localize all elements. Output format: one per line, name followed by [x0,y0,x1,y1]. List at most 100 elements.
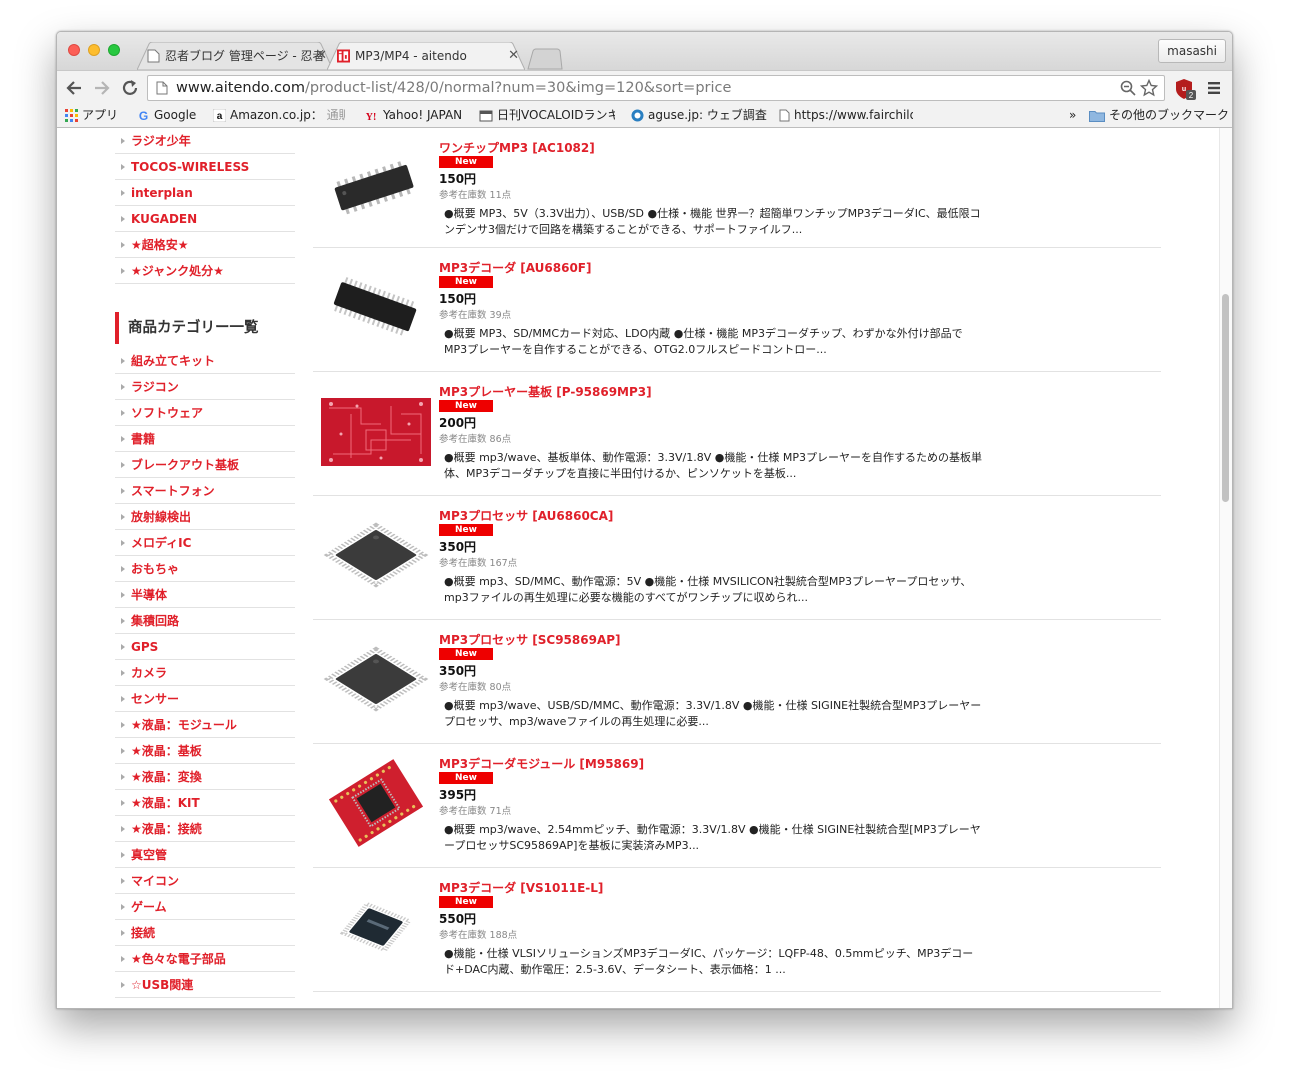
toolbar: www.aitendo.com/product-list/428/0/norma… [57,70,1232,104]
sidebar-item-smartphone[interactable]: スマートフォン [115,478,295,504]
new-badge: New [439,400,493,412]
product-item: MP3デコーダ [AU6860F] New 150円 参考在庫数 39点 ●概要… [313,248,1161,372]
bookmark-other[interactable]: その他のブックマーク [1089,104,1229,126]
sidebar-item-microcontroller[interactable]: マイコン [115,868,295,894]
product-price: 150円 [439,172,477,186]
sidebar-item-toys[interactable]: おもちゃ [115,556,295,582]
product-image-lqfp-chip[interactable] [321,880,431,974]
sidebar-item-lcd-converter[interactable]: ★液晶：変換 [115,764,295,790]
sidebar-item-software[interactable]: ソフトウェア [115,400,295,426]
sidebar-item-books[interactable]: 書籍 [115,426,295,452]
vertical-scrollbar[interactable] [1219,128,1232,1008]
sidebar-item-vacuum-tube[interactable]: 真空管 [115,842,295,868]
product-image-qfp-chip[interactable] [321,632,431,726]
sidebar-item-electronic-parts[interactable]: ★色々な電子部品 [115,946,295,972]
sidebar-item-junk[interactable]: ★ジャンク処分★ [115,258,295,284]
product-list: ワンチップMP3 [AC1082] New 150円 参考在庫数 11点 ●概要… [313,128,1161,992]
product-stock: 参考在庫数 11点 [439,190,512,201]
product-description: ●機能・仕様 VLSIソリューションズMP3デコーダIC、パッケージ：LQFP-… [444,947,974,976]
sidebar-item-radio-shonen[interactable]: ラジオ少年 [115,128,295,154]
sidebar-item-kugaden[interactable]: KUGADEN [115,206,295,232]
product-stock: 参考在庫数 80点 [439,682,512,693]
product-item: MP3デコーダ [VS1011E-L] New 550円 参考在庫数 188点 … [313,868,1161,992]
bookmark-vocaloid[interactable]: 日刊VOCALOIDランキ [479,104,615,126]
zoom-icon[interactable] [1120,80,1136,96]
sidebar-item-super-cheap[interactable]: ★超格安★ [115,232,295,258]
amazon-icon: a [213,109,226,122]
zoom-window-button[interactable] [108,44,120,56]
reload-icon[interactable] [121,79,139,97]
sidebar-item-ic[interactable]: 集積回路 [115,608,295,634]
bookmark-yahoo[interactable]: Y! Yahoo! JAPAN [363,104,462,126]
product-image-ssop-chip[interactable] [321,260,431,354]
ublock-icon[interactable]: u 2 [1174,78,1196,100]
product-title-link[interactable]: MP3プロセッサ [AU6860CA] [439,507,613,524]
tab-ninja-blog[interactable]: 忍者ブログ 管理ページ - 忍者 ✕ [137,42,333,70]
bookmark-apps[interactable]: アプリ [65,104,118,126]
sidebar-item-lcd-connection[interactable]: ★液晶：接続 [115,816,295,842]
svg-text:G: G [139,109,148,122]
bookmark-star-icon[interactable] [1140,79,1158,97]
scrollbar-thumb[interactable] [1222,294,1229,502]
product-image-red-module[interactable] [321,756,431,850]
tab-close-icon[interactable]: ✕ [508,42,519,70]
tab-aitendo[interactable]: MP3/MP4 - aitendo ✕ [327,42,525,70]
product-description: ●概要 MP3、5V（3.3V出力）、USB/SD ●仕様・機能 世界一？超簡単… [444,207,981,236]
product-title-link[interactable]: MP3デコーダ [VS1011E-L] [439,879,603,896]
tab-close-icon[interactable]: ✕ [316,42,327,70]
yahoo-icon: Y! [366,112,377,122]
sidebar-item-camera[interactable]: カメラ [115,660,295,686]
product-price: 395円 [439,788,477,802]
sidebar-item-game[interactable]: ゲーム [115,894,295,920]
product-description: ●概要 mp3/wave、2.54mmピッチ、動作電源：3.3V/1.8V ●機… [444,823,981,852]
sidebar-item-gps[interactable]: GPS [115,634,295,660]
product-title-link[interactable]: MP3デコーダモジュール [M95869] [439,755,644,772]
bookmark-aguse[interactable]: aguse.jp: ウェブ調査 [631,104,767,126]
bookmark-amazon[interactable]: a Amazon.co.jp： 通販 [213,104,345,126]
sidebar-item-lcd-board[interactable]: ★液晶：基板 [115,738,295,764]
sidebar-item-sensor[interactable]: センサー [115,686,295,712]
profile-button[interactable]: masashi [1158,39,1226,63]
product-title-link[interactable]: MP3プロセッサ [SC95869AP] [439,631,621,648]
product-item: MP3プロセッサ [SC95869AP] New 350円 参考在庫数 80点 … [313,620,1161,744]
sidebar-item-melody-ic[interactable]: メロディIC [115,530,295,556]
sidebar-item-interplan[interactable]: interplan [115,180,295,206]
new-badge: New [439,524,493,536]
tab-label: 忍者ブログ 管理ページ - 忍者 [165,49,325,63]
product-description: ●概要 mp3/wave、基板単体、動作電源：3.3V/1.8V ●機能・仕様 … [444,451,982,480]
sidebar-item-lcd-module[interactable]: ★液晶：モジュール [115,712,295,738]
product-stock: 参考在庫数 167点 [439,558,518,569]
product-title-link[interactable]: MP3プレーヤー基板 [P-95869MP3] [439,383,652,400]
forward-arrow-icon[interactable] [93,79,111,97]
category-heading: 商品カテゴリー一覧 [115,312,295,344]
address-bar[interactable]: www.aitendo.com/product-list/428/0/norma… [147,75,1165,101]
product-image-soic-chip[interactable] [321,140,431,234]
product-image-red-pcb[interactable] [321,384,431,478]
minimize-window-button[interactable] [88,44,100,56]
product-image-qfp-chip[interactable] [321,508,431,602]
sidebar-item-kits[interactable]: 組み立てキット [115,348,295,374]
sidebar: ラジオ少年 TOCOS-WIRELESS interplan KUGADEN ★… [115,128,295,998]
sidebar-item-lcd-kit[interactable]: ★液晶：KIT [115,790,295,816]
close-window-button[interactable] [68,44,80,56]
sidebar-item-breakout-boards[interactable]: ブレークアウト基板 [115,452,295,478]
product-title-link[interactable]: ワンチップMP3 [AC1082] [439,139,595,156]
product-title-link[interactable]: MP3デコーダ [AU6860F] [439,259,592,276]
sidebar-item-connection[interactable]: 接続 [115,920,295,946]
product-description: ●概要 mp3/wave、USB/SD/MMC、動作電源：3.3V/1.8V ●… [444,699,982,728]
product-price: 350円 [439,540,477,554]
bookmark-fairchild[interactable]: https://www.fairchild [779,104,913,126]
browser-window: 忍者ブログ 管理ページ - 忍者 ✕ MP3/MP4 - aitendo ✕ m… [56,31,1233,1009]
sidebar-item-radio-control[interactable]: ラジコン [115,374,295,400]
bookmark-google[interactable]: G Google [137,104,197,126]
menu-icon[interactable] [1207,81,1221,95]
sidebar-item-tocos-wireless[interactable]: TOCOS-WIRELESS [115,154,295,180]
sidebar-item-semiconductor[interactable]: 半導体 [115,582,295,608]
svg-text:a: a [217,111,223,122]
svg-text:Y!: Y! [366,112,377,122]
back-arrow-icon[interactable] [65,79,83,97]
sidebar-item-radiation[interactable]: 放射線検出 [115,504,295,530]
sidebar-item-usb[interactable]: ☆USB関連 [115,972,295,998]
new-tab-button[interactable] [527,48,563,70]
bookmarks-overflow-button[interactable]: » [1069,104,1076,126]
